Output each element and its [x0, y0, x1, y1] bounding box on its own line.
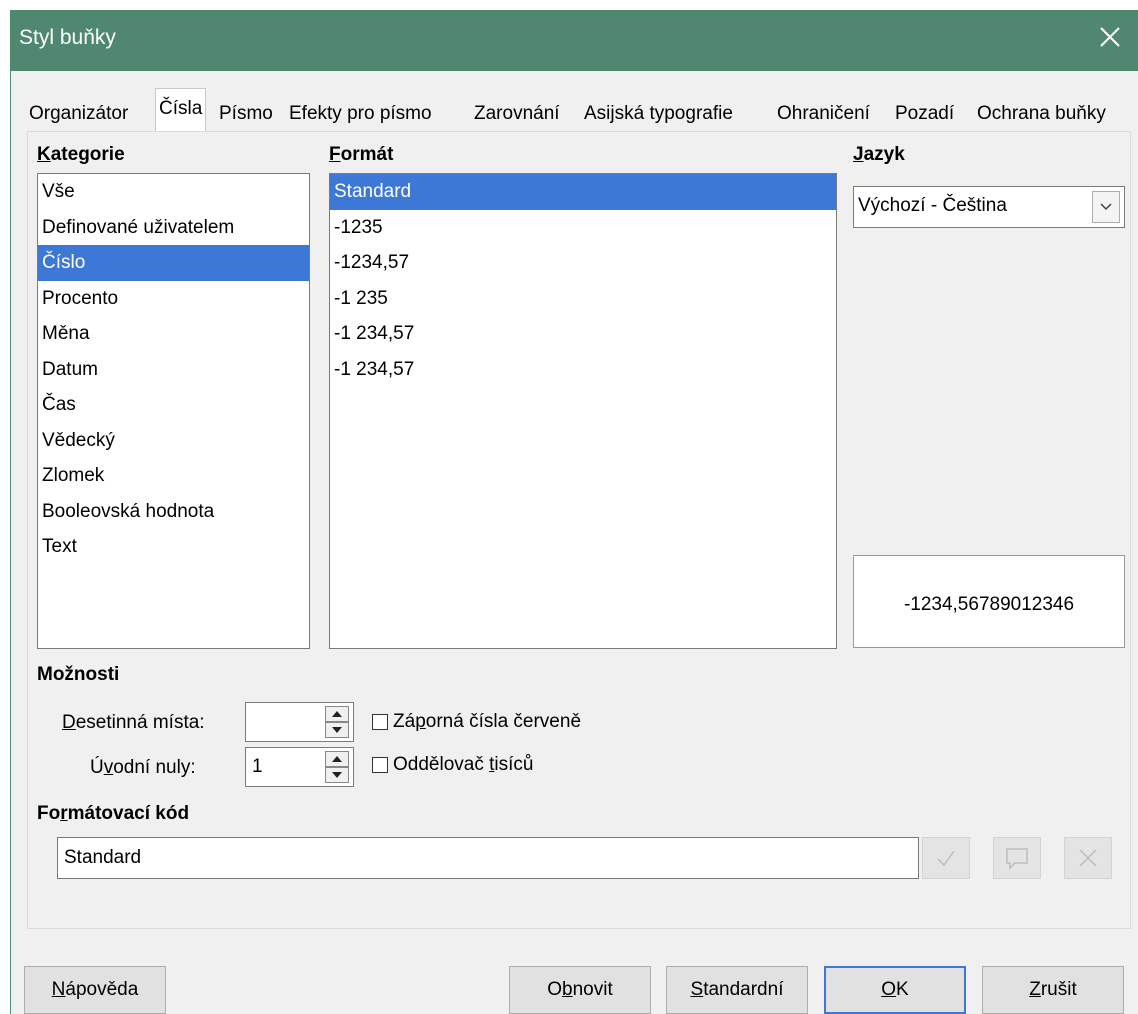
- reset-button[interactable]: Obnovit: [509, 966, 651, 1014]
- format-code-heading: Formátovací kód: [37, 803, 190, 824]
- language-value: Výchozí - Čeština: [858, 195, 1007, 216]
- close-icon[interactable]: [1095, 22, 1125, 52]
- list-item[interactable]: Zlomek: [38, 458, 309, 494]
- tab-cell-protection[interactable]: Ochrana buňky: [977, 98, 1106, 130]
- preview-text: -1234,56789012346: [903, 594, 1075, 615]
- leading-zeros-label: Úvodní nuly:: [90, 757, 196, 778]
- decimal-places-label: Desetinná místa:: [62, 712, 205, 733]
- cancel-button[interactable]: Zrušit: [982, 966, 1124, 1014]
- spin-arrows-icon[interactable]: [325, 751, 349, 783]
- leading-zeros-value: 1: [252, 756, 263, 777]
- thousands-separator-checkbox[interactable]: Oddělovač tisíců: [372, 754, 533, 776]
- standard-button[interactable]: Standardní: [666, 966, 808, 1014]
- dialog-title: Styl buňky: [19, 26, 116, 49]
- category-list[interactable]: Vše Definované uživatelem Číslo Procento…: [37, 173, 310, 649]
- decimal-places-spin[interactable]: [245, 702, 354, 742]
- tab-font[interactable]: Písmo: [219, 98, 273, 130]
- close-icon: [1079, 849, 1097, 867]
- checkbox-icon[interactable]: [372, 714, 388, 730]
- checkbox-icon[interactable]: [372, 757, 388, 773]
- tab-font-effects[interactable]: Efekty pro písmo: [289, 98, 432, 130]
- tab-organizer[interactable]: Organizátor: [29, 98, 128, 130]
- checkmark-icon: [937, 850, 955, 867]
- options-heading: Možnosti: [37, 664, 120, 685]
- format-code-input[interactable]: Standard: [57, 837, 919, 879]
- list-item[interactable]: Vědecký: [38, 423, 309, 459]
- tab-numbers[interactable]: Čísla: [155, 88, 207, 132]
- title-bar: Styl buňky: [11, 10, 1138, 71]
- help-button[interactable]: Nápověda: [24, 966, 166, 1014]
- cell-style-dialog: Styl buňky Organizátor Čísla Písmo Efekt…: [10, 10, 1138, 1014]
- comment-button[interactable]: [993, 837, 1041, 879]
- add-format-button[interactable]: [922, 837, 970, 879]
- list-item[interactable]: Číslo: [38, 245, 309, 281]
- spin-arrows-icon[interactable]: [325, 706, 349, 738]
- chevron-down-icon: [1100, 203, 1112, 211]
- thousands-separator-label: Oddělovač tisíců: [393, 754, 534, 775]
- dropdown-button[interactable]: [1092, 191, 1120, 223]
- category-heading: Kategorie: [37, 144, 125, 165]
- list-item[interactable]: Standard: [330, 174, 836, 210]
- tab-asian-typography[interactable]: Asijská typografie: [584, 98, 733, 130]
- list-item[interactable]: Text: [38, 529, 309, 565]
- leading-zeros-spin[interactable]: 1: [245, 747, 354, 787]
- list-item[interactable]: Měna: [38, 316, 309, 352]
- format-heading: Formát: [329, 144, 394, 165]
- format-code-value: Standard: [64, 847, 142, 868]
- list-item[interactable]: -1 234,57: [330, 352, 836, 388]
- negative-red-checkbox[interactable]: Záporná čísla červeně: [372, 711, 581, 733]
- format-list[interactable]: Standard -1235 -1234,57 -1 235 -1 234,57…: [329, 173, 837, 649]
- list-item[interactable]: -1 235: [330, 281, 836, 317]
- list-item[interactable]: Procento: [38, 281, 309, 317]
- remove-format-button[interactable]: [1064, 837, 1112, 879]
- negative-red-label: Záporná čísla červeně: [393, 711, 582, 732]
- tab-borders[interactable]: Ohraničení: [777, 98, 870, 130]
- tab-alignment[interactable]: Zarovnání: [474, 98, 560, 130]
- comment-icon: [1006, 848, 1028, 870]
- tab-background[interactable]: Pozadí: [895, 98, 954, 130]
- list-item[interactable]: -1234,57: [330, 245, 836, 281]
- list-item[interactable]: Booleovská hodnota: [38, 494, 309, 530]
- list-item[interactable]: Vše: [38, 174, 309, 210]
- list-item[interactable]: -1235: [330, 210, 836, 246]
- format-preview: -1234,56789012346: [853, 555, 1125, 648]
- ok-button[interactable]: OK: [824, 966, 966, 1014]
- list-item[interactable]: Datum: [38, 352, 309, 388]
- language-select[interactable]: Výchozí - Čeština: [853, 186, 1125, 228]
- list-item[interactable]: -1 234,57: [330, 316, 836, 352]
- list-item[interactable]: Čas: [38, 387, 309, 423]
- language-heading: Jazyk: [853, 144, 905, 165]
- list-item[interactable]: Definované uživatelem: [38, 210, 309, 246]
